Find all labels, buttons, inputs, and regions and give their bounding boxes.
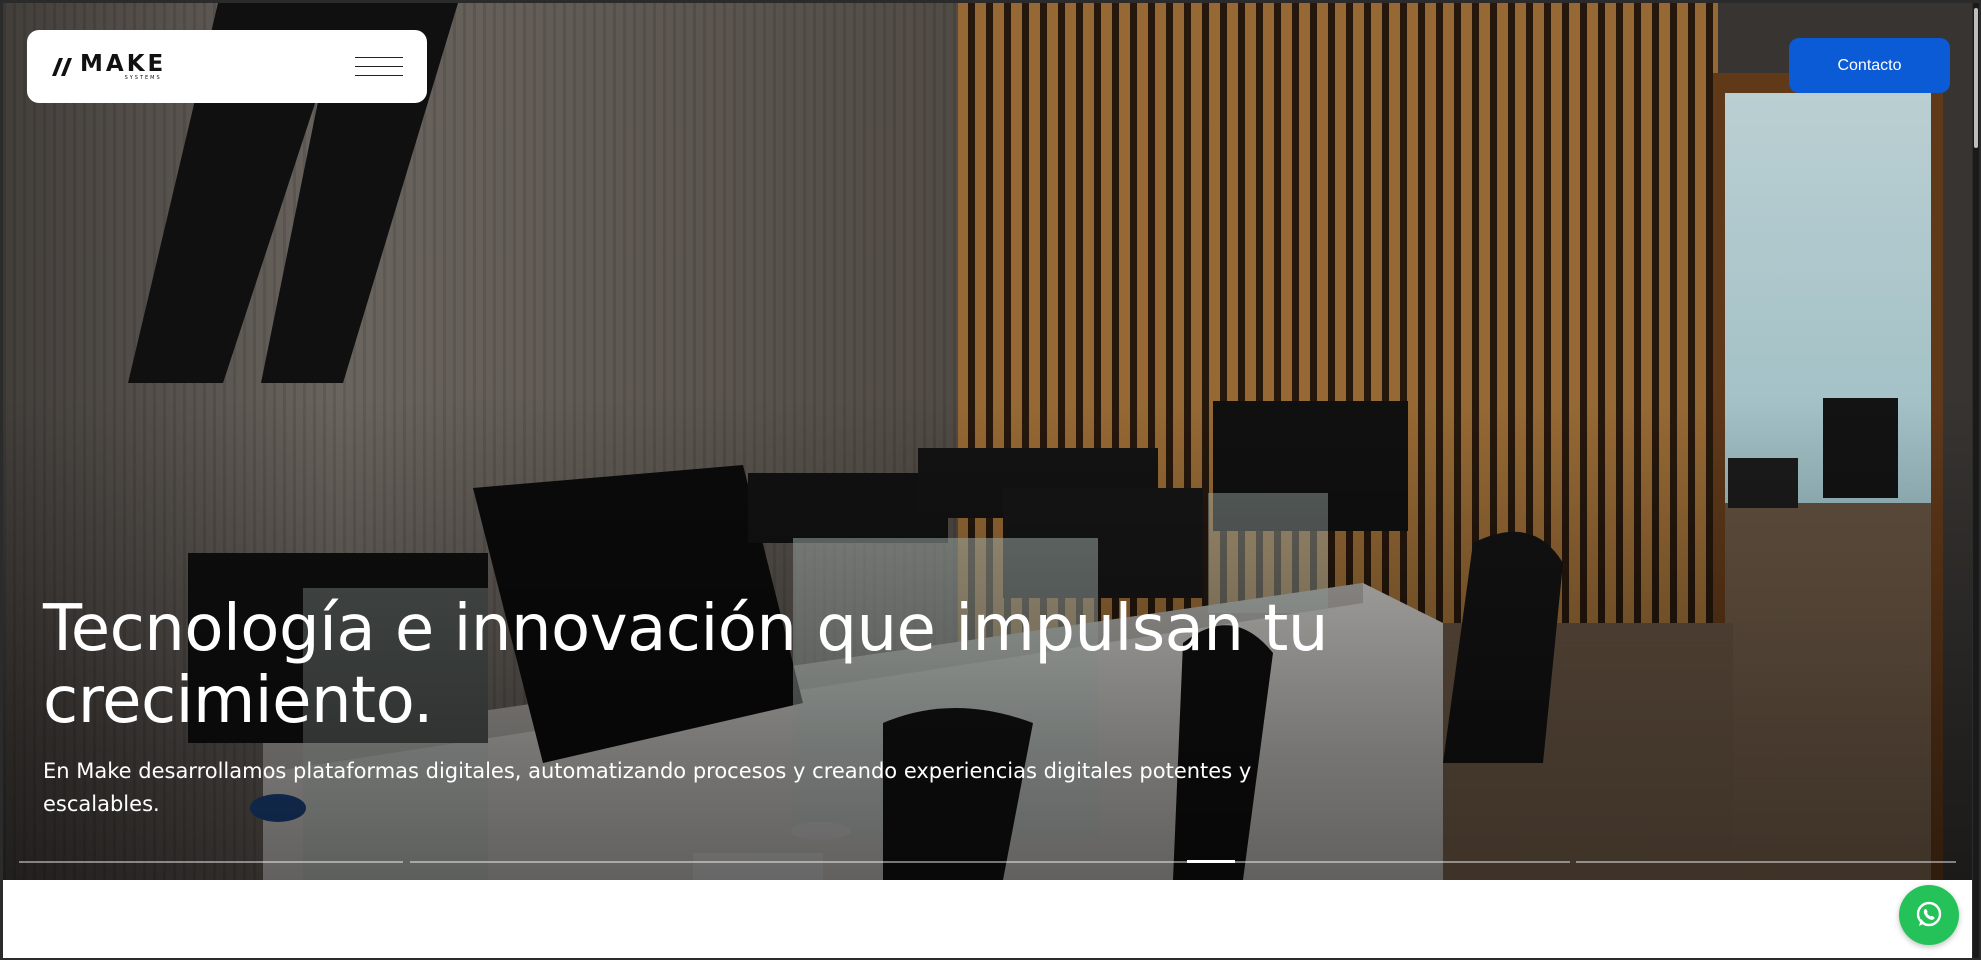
logo-slashes-icon	[52, 57, 72, 76]
whatsapp-button[interactable]	[1899, 885, 1959, 945]
page: MAKE SYSTEMS Contacto Tecnología e innov…	[3, 3, 1972, 958]
logo-word: MAKE	[80, 50, 167, 77]
scrollbar-thumb[interactable]	[1974, 8, 1978, 148]
slider-indicator-active[interactable]	[1187, 860, 1235, 863]
whatsapp-icon	[1916, 901, 1942, 927]
slider-indicator-3[interactable]	[1576, 861, 1956, 863]
contact-button[interactable]: Contacto	[1789, 38, 1950, 93]
hero-section: MAKE SYSTEMS Contacto Tecnología e innov…	[3, 3, 1972, 880]
header-brand-card: MAKE SYSTEMS	[27, 30, 427, 103]
hamburger-menu-icon[interactable]	[355, 56, 403, 78]
slider-indicator-1[interactable]	[19, 861, 403, 863]
hero-title: Tecnología e innovación que impulsan tu …	[43, 592, 1328, 738]
logo-text: MAKE SYSTEMS	[80, 50, 167, 81]
hero-overlay	[3, 3, 1972, 880]
make-logo[interactable]: MAKE SYSTEMS	[52, 50, 167, 81]
hero-subtitle: En Make desarrollamos plataformas digita…	[43, 759, 1252, 816]
logo-subtext: SYSTEMS	[124, 74, 162, 81]
slider-indicator-2[interactable]	[410, 861, 1570, 863]
